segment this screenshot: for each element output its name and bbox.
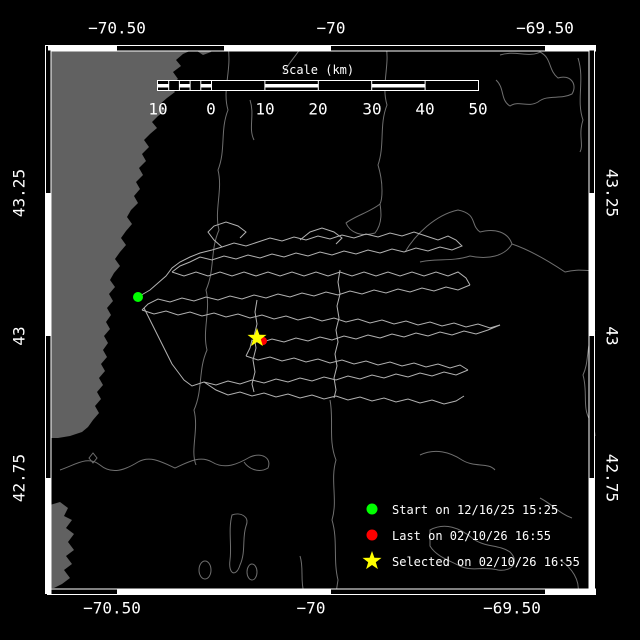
scale-label-40: 40 bbox=[415, 99, 435, 119]
lon-label-top-2: −70 bbox=[316, 18, 346, 38]
scale-label-50: 50 bbox=[468, 99, 488, 119]
scale-label-10L: 10 bbox=[148, 99, 168, 119]
lon-label-bottom-2: −70 bbox=[296, 598, 326, 618]
lon-label-bottom-1: −70.50 bbox=[83, 598, 141, 618]
legend-selected-star bbox=[362, 551, 382, 570]
land-mass bbox=[48, 46, 215, 588]
land-island bbox=[50, 502, 74, 588]
scale-bar-title: Scale (km) bbox=[281, 63, 355, 77]
lat-label-left-1: 43.25 bbox=[9, 168, 29, 218]
lat-label-left-2: 43 bbox=[9, 326, 29, 346]
start-marker[interactable] bbox=[133, 292, 143, 302]
scale-label-0: 0 bbox=[206, 99, 216, 119]
lon-label-top-1: −70.50 bbox=[88, 18, 146, 38]
scale-label-30: 30 bbox=[362, 99, 382, 119]
tracking-map-window: −70.50 −70 −69.50 −70.50 −70 −69.50 43.2… bbox=[0, 0, 640, 640]
legend-markers bbox=[362, 503, 382, 570]
lat-label-right-1: 43.25 bbox=[602, 168, 622, 218]
legend-last-circle bbox=[366, 529, 378, 541]
map-canvas[interactable] bbox=[0, 0, 640, 640]
drifter-track bbox=[137, 221, 501, 405]
legend-label-selected: Selected on 02/10/26 16:55 bbox=[392, 555, 580, 569]
lat-label-right-2: 43 bbox=[602, 326, 622, 346]
legend-start-circle bbox=[366, 503, 378, 515]
legend-label-start: Start on 12/16/25 15:25 bbox=[392, 503, 559, 517]
lat-label-left-3: 42.75 bbox=[9, 453, 29, 503]
legend-label-last: Last on 02/10/26 16:55 bbox=[392, 529, 551, 543]
scale-label-20: 20 bbox=[308, 99, 328, 119]
lat-label-right-3: 42.75 bbox=[602, 453, 622, 503]
scale-label-10: 10 bbox=[255, 99, 275, 119]
lon-label-bottom-3: −69.50 bbox=[483, 598, 541, 618]
lon-label-top-3: −69.50 bbox=[516, 18, 574, 38]
scale-bar bbox=[157, 80, 479, 91]
